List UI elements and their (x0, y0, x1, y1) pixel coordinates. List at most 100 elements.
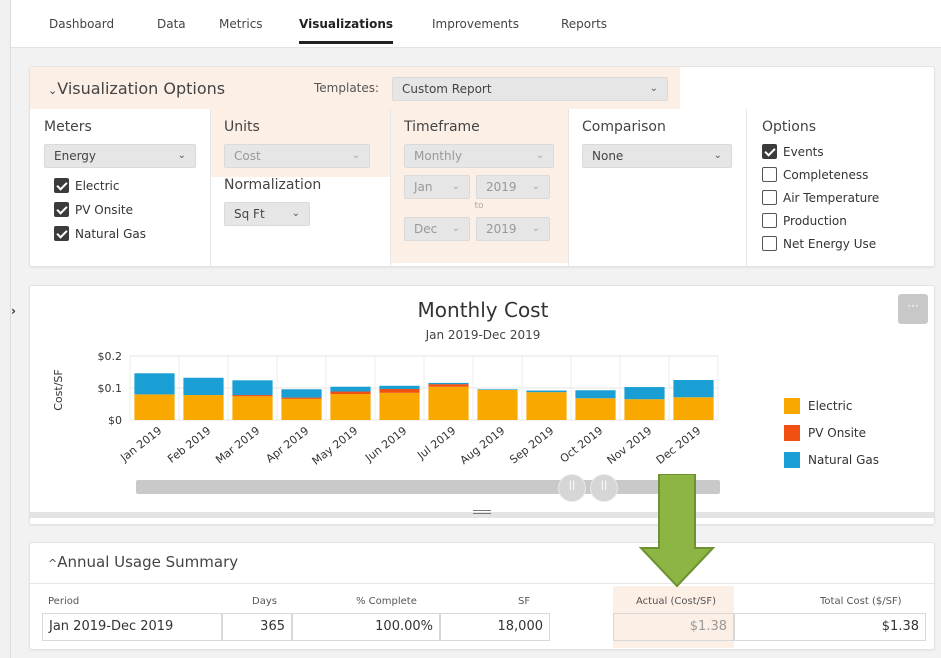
bar-segment (281, 397, 322, 399)
option-label: Completeness (783, 168, 869, 182)
summary-title: Annual Usage Summary (57, 553, 239, 571)
column-divider (210, 109, 211, 267)
cell-sf: 18,000 (440, 613, 550, 641)
tab-dashboard[interactable]: Dashboard (49, 0, 114, 48)
bar-segment (575, 398, 616, 420)
x-tick-label: Jan 2019 (117, 424, 164, 465)
from-year-value: 2019 (486, 180, 517, 194)
annotation-arrow-icon (639, 474, 715, 588)
x-tick-label: May 2019 (310, 424, 361, 468)
bar-segment (330, 394, 371, 420)
timeframe-select[interactable]: Monthly ⌄ (404, 144, 554, 168)
checkbox-checked-icon (54, 202, 69, 217)
expand-sidebar-icon[interactable]: › (11, 304, 16, 318)
chart-range-scrollbar[interactable] (136, 480, 720, 494)
templates-select[interactable]: Custom Report ⌄ (392, 77, 668, 101)
bar-segment (232, 396, 273, 420)
comparison-select[interactable]: None ⌄ (582, 144, 732, 168)
tab-visualizations[interactable]: Visualizations (299, 0, 394, 48)
units-select[interactable]: Cost ⌄ (224, 144, 370, 168)
chevron-down-icon: ⌄ (531, 223, 540, 234)
column-divider (746, 109, 747, 267)
from-year-select[interactable]: 2019 ⌄ (476, 175, 550, 199)
cell-actual: $1.38 (613, 613, 734, 641)
tab-metrics[interactable]: Metrics (219, 0, 263, 48)
legend-label: PV Onsite (808, 426, 866, 440)
range-end-handle[interactable] (590, 474, 618, 502)
to-year-select[interactable]: 2019 ⌄ (476, 217, 550, 241)
x-tick-label: Dec 2019 (654, 424, 704, 467)
bar-segment (575, 390, 616, 399)
bar-segment (624, 399, 665, 420)
column-header-actual: Actual (Cost/SF) (636, 596, 717, 607)
y-tick-label: $0.1 (98, 382, 123, 395)
bar-segment (134, 394, 175, 420)
visualization-options-panel: ⌄Visualization Options Templates: Custom… (29, 66, 935, 267)
timeframe-heading: Timeframe (404, 119, 480, 135)
visualization-options-toggle[interactable]: ⌄Visualization Options (48, 79, 225, 98)
chart-title: Monthly Cost (417, 298, 549, 322)
option-label: Air Temperature (783, 191, 880, 205)
checkbox-checked-icon (54, 178, 69, 193)
option-label: Net Energy Use (783, 237, 877, 251)
y-axis-label: Cost/SF (52, 369, 65, 410)
chevron-down-icon: ⌄ (48, 84, 58, 97)
resize-handle-icon[interactable] (473, 510, 491, 520)
chevron-down-icon: ⌄ (451, 223, 460, 234)
x-tick-label: Jun 2019 (362, 424, 409, 465)
cell-period: Jan 2019-Dec 2019 (42, 613, 222, 641)
chevron-down-icon: ⌄ (351, 150, 360, 161)
bar-segment (281, 389, 322, 398)
checkbox-unchecked-icon (762, 167, 777, 182)
from-month-value: Jan (414, 180, 433, 194)
meter-label: PV Onsite (75, 203, 133, 217)
tab-improvements[interactable]: Improvements (432, 0, 519, 48)
top-nav: Dashboard Data Metrics Visualizations Im… (11, 0, 941, 48)
from-month-select[interactable]: Jan ⌄ (404, 175, 470, 199)
bar-segment (624, 387, 665, 400)
summary-divider (30, 583, 934, 584)
range-start-handle[interactable] (558, 474, 586, 502)
checkbox-checked-icon (762, 144, 777, 159)
timeframe-to-label: to (474, 201, 484, 211)
chevron-down-icon: ⌄ (649, 83, 658, 94)
x-tick-label: Nov 2019 (605, 424, 655, 467)
bar-segment (673, 397, 714, 420)
normalization-select[interactable]: Sq Ft ⌄ (224, 202, 310, 226)
bar-segment (183, 395, 224, 420)
x-tick-label: Aug 2019 (458, 424, 508, 467)
units-select-value: Cost (234, 149, 261, 163)
bar-segment (526, 390, 567, 393)
bar-segment (477, 389, 518, 420)
normalization-heading: Normalization (224, 177, 322, 193)
comparison-select-value: None (592, 149, 624, 163)
option-label: Production (783, 214, 847, 228)
tab-data[interactable]: Data (157, 0, 186, 48)
checkbox-unchecked-icon (762, 236, 777, 251)
bar-segment (428, 382, 469, 385)
x-tick-label: Feb 2019 (165, 424, 213, 466)
bar-segment (232, 395, 273, 397)
y-tick-label: $0 (108, 414, 122, 427)
chevron-up-icon: ^ (48, 557, 58, 570)
column-header-days: Days (252, 596, 277, 607)
bar-segment (673, 380, 714, 398)
legend-swatch (784, 398, 800, 414)
x-tick-label: Mar 2019 (213, 424, 262, 466)
meters-select[interactable]: Energy ⌄ (44, 144, 196, 168)
x-tick-label: Apr 2019 (264, 424, 312, 465)
normalization-select-value: Sq Ft (234, 207, 265, 221)
meters-select-value: Energy (54, 149, 97, 163)
bar-segment (428, 386, 469, 420)
column-header-sf: SF (518, 596, 531, 607)
to-month-select[interactable]: Dec ⌄ (404, 217, 470, 241)
cell-total-cost: $1.38 (734, 613, 926, 641)
tab-reports[interactable]: Reports (561, 0, 607, 48)
bar-segment (428, 384, 469, 387)
chart-menu-button[interactable]: ··· (898, 294, 928, 324)
summary-toggle[interactable]: ^Annual Usage Summary (48, 553, 238, 571)
units-heading: Units (224, 119, 260, 135)
cell-days: 365 (222, 613, 292, 641)
comparison-heading: Comparison (582, 119, 666, 135)
chevron-down-icon: ⌄ (177, 150, 186, 161)
